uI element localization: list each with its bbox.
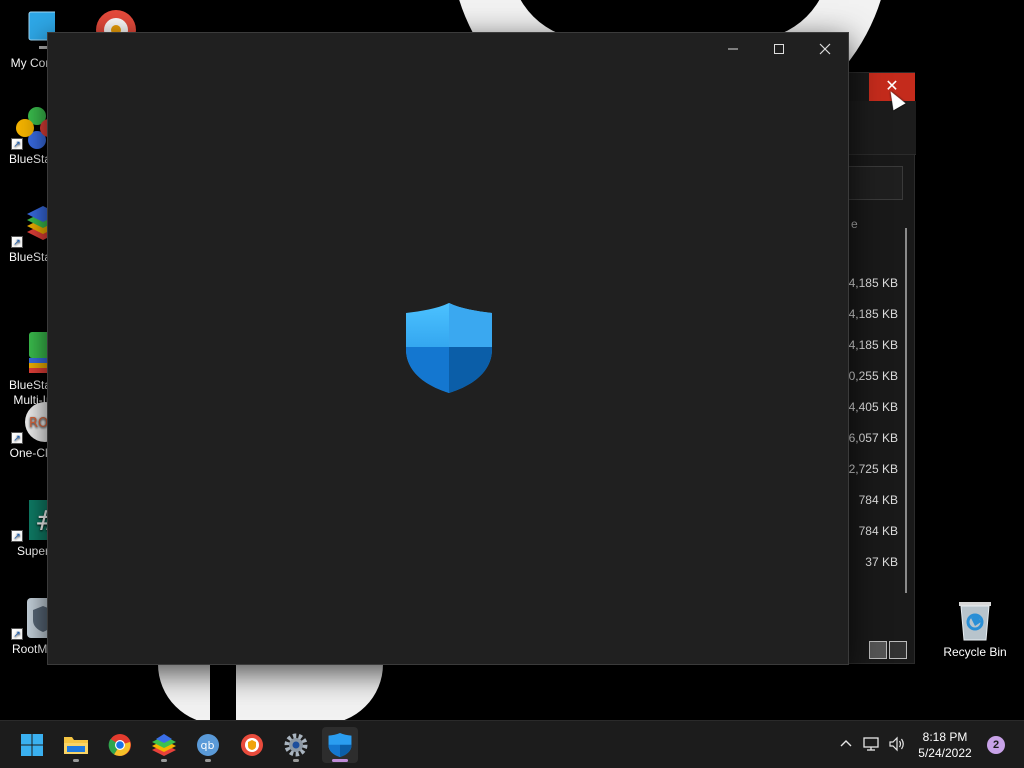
clock-time: 8:18 PM: [922, 730, 968, 744]
column-header-size[interactable]: e: [851, 217, 858, 231]
scrollbar[interactable]: [905, 228, 907, 593]
details-view-icon[interactable]: [869, 641, 887, 659]
wallpaper-shape: [210, 664, 236, 720]
close-button[interactable]: [802, 33, 848, 65]
taskbar-windows-security[interactable]: [322, 727, 358, 763]
maximize-icon: [774, 44, 784, 54]
desktop-icon-label: Super: [16, 544, 50, 558]
taskbar-chrome[interactable]: [102, 727, 138, 763]
close-icon: [819, 43, 831, 55]
window-controls: [710, 33, 848, 65]
shortcut-arrow-icon: ↗: [11, 530, 23, 542]
taskbar-file-explorer[interactable]: [58, 727, 94, 763]
running-indicator: [293, 759, 299, 762]
gear-icon: [284, 733, 308, 757]
qbittorrent-icon: qb: [197, 734, 219, 756]
shortcut-arrow-icon: ↗: [11, 432, 23, 444]
notification-badge[interactable]: 2: [987, 736, 1005, 754]
active-indicator: [332, 759, 348, 762]
taskbar-start-button[interactable]: [14, 727, 50, 763]
shortcut-arrow-icon: ↗: [11, 628, 23, 640]
taskbar-qbittorrent[interactable]: qb: [190, 727, 226, 763]
shortcut-arrow-icon: ↗: [11, 138, 23, 150]
running-indicator: [161, 759, 167, 762]
clock-date: 5/24/2022: [918, 746, 972, 760]
network-icon[interactable]: [863, 736, 881, 754]
taskbar-bluestacks[interactable]: [146, 727, 182, 763]
chrome-icon: [108, 734, 131, 756]
taskbar-clock[interactable]: 8:18 PM 5/24/2022: [910, 729, 980, 761]
recycle-bin-icon: [959, 602, 991, 641]
wallpaper-shape: [158, 664, 383, 720]
desktop: My Com ↗ BlueStac ↗ BlueStac BlueStac Mu…: [0, 0, 1024, 720]
maximize-button[interactable]: [756, 33, 802, 65]
show-hidden-icons-chevron-up-icon[interactable]: [837, 736, 855, 754]
shield-icon: [328, 733, 352, 757]
bluestacks-icon: [152, 734, 176, 756]
large-icons-view-icon[interactable]: [889, 641, 907, 659]
shortcut-arrow-icon: ↗: [11, 236, 23, 248]
windows-security-shield-icon: [406, 303, 492, 393]
windows-start-icon: [21, 734, 43, 756]
desktop-icon-recycle-bin[interactable]: Recycle Bin: [942, 596, 1008, 659]
volume-icon[interactable]: [888, 736, 906, 754]
taskbar-settings[interactable]: [278, 727, 314, 763]
minimize-icon: [728, 48, 738, 50]
svg-text:qb: qb: [201, 739, 215, 752]
minimize-button[interactable]: [710, 33, 756, 65]
folder-icon: [64, 737, 88, 754]
view-toggle: [867, 641, 911, 661]
running-indicator: [73, 759, 79, 762]
windows-security-window[interactable]: [47, 32, 849, 665]
running-indicator: [205, 759, 211, 762]
secure-browser-icon: [241, 734, 263, 756]
search-input[interactable]: [841, 166, 903, 200]
taskbar: qb 8:18 PM 5/24/2022 2: [0, 720, 1024, 768]
desktop-icon-label: Recycle Bin: [943, 645, 1007, 659]
taskbar-secure-browser[interactable]: [234, 727, 270, 763]
